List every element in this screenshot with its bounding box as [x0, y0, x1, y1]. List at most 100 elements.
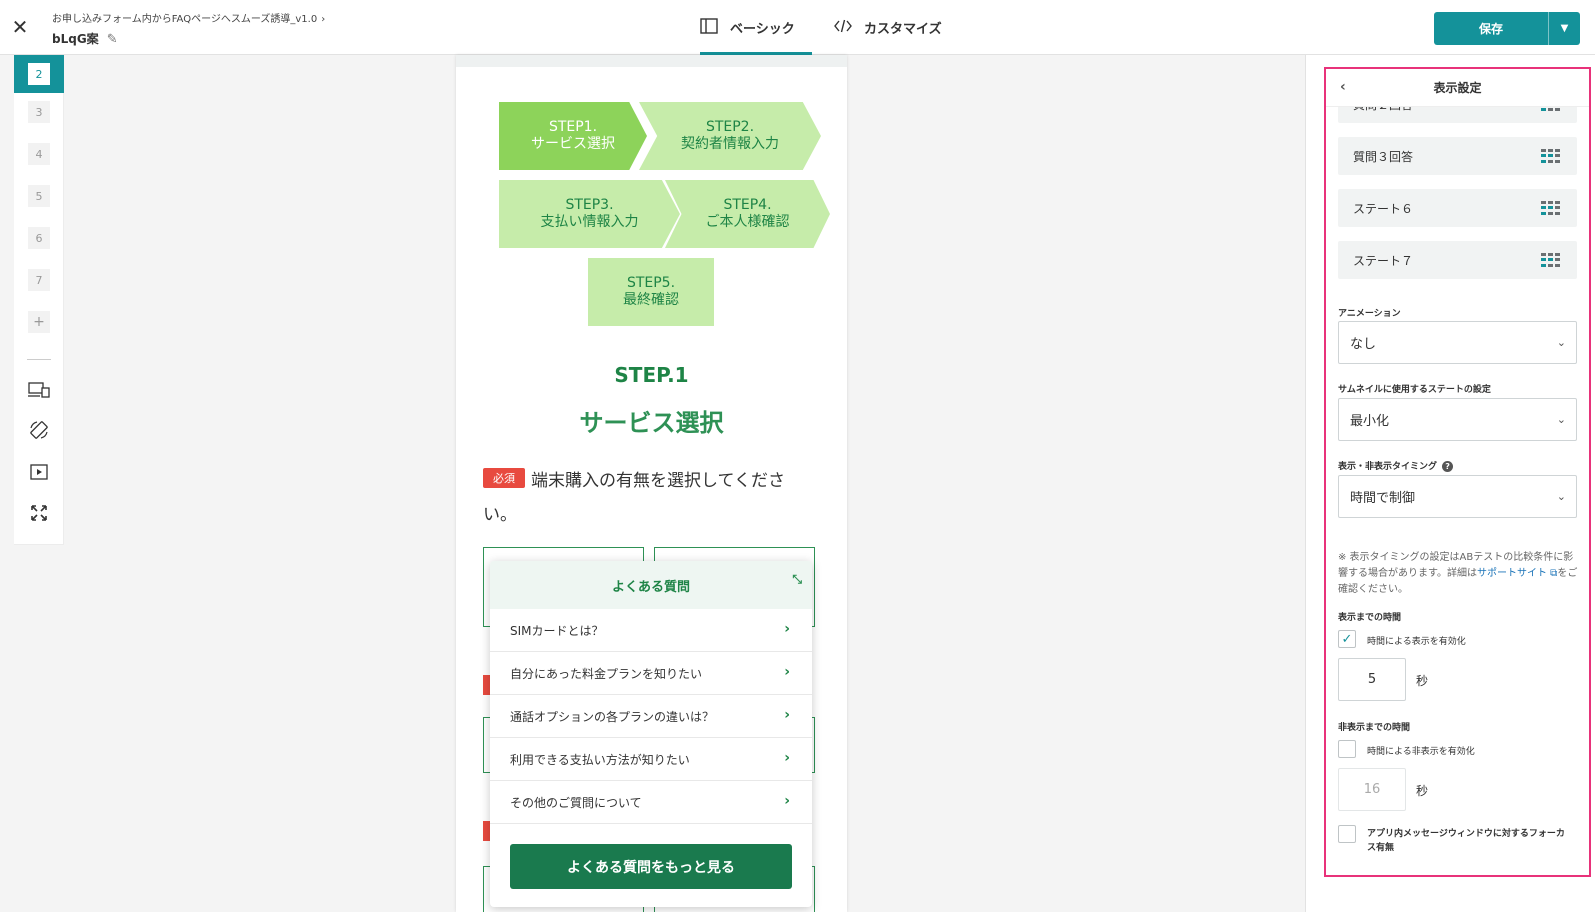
back-chevron-icon[interactable]: ‹: [1340, 79, 1346, 95]
timing-note: ※ 表示タイミングの設定はABテストの比較条件に影響する場合があります。詳細はサ…: [1338, 550, 1578, 598]
settings-panel: ‹ 表示設定 質問２回答 質問３回答 ステート６ ステート７ アニメーション な…: [1305, 55, 1595, 912]
drag-handle-icon[interactable]: [1541, 201, 1561, 215]
minimize-icon[interactable]: ⤡: [792, 572, 802, 587]
step-subheading: サービス選択: [579, 409, 724, 437]
focus-checkbox[interactable]: [1338, 825, 1356, 843]
step-heading: STEP.1: [614, 363, 689, 387]
hide-time-checkbox-label: 時間による非表示を有効化: [1367, 747, 1475, 757]
state-item[interactable]: 3: [28, 101, 50, 123]
faq-item[interactable]: 通話オプションの各プランの違いは？ ›: [490, 695, 812, 738]
preview-canvas: STEP1. サービス選択 STEP2. 契約者情報入力 STEP3. 支払い情報入力…: [456, 55, 847, 912]
faq-item[interactable]: SIMカードとは？ ›: [490, 609, 812, 652]
hide-time-input[interactable]: 16: [1338, 768, 1406, 811]
display-settings-section: ‹ 表示設定 質問２回答 質問３回答 ステート６ ステート７ アニメーション な…: [1324, 67, 1591, 877]
hide-time-checkbox[interactable]: [1338, 740, 1356, 758]
save-button[interactable]: 保存: [1434, 12, 1548, 45]
step-number: STEP4.: [723, 197, 772, 213]
tab-customize[interactable]: カスタマイズ: [834, 0, 942, 55]
state-list-item[interactable]: ステート６: [1338, 189, 1577, 227]
faq-item[interactable]: その他のご質問について ›: [490, 781, 812, 824]
step-name: ご本人様確認: [705, 214, 790, 230]
state-list-label: ステート７: [1353, 253, 1414, 268]
thumbnail-state-label: サムネイルに使用するステートの設定: [1338, 385, 1491, 395]
tab-customize-label: カスタマイズ: [864, 22, 942, 37]
state-list-label: 質問３回答: [1353, 149, 1414, 164]
breadcrumb[interactable]: お申し込みフォーム内からFAQページへスムーズ誘導_v1.0 ›: [52, 10, 325, 25]
state-list-label: ステート６: [1353, 201, 1414, 216]
code-icon: [834, 19, 852, 37]
state-sidebar: 2 3 4 5 6 7 +: [14, 55, 64, 545]
state-item[interactable]: 4: [28, 143, 50, 165]
state-item[interactable]: 7: [28, 269, 50, 291]
drag-handle-icon[interactable]: [1541, 149, 1561, 163]
show-time-checkbox-row[interactable]: ✓ 時間による表示を有効化: [1338, 630, 1466, 648]
close-icon[interactable]: ✕: [10, 17, 30, 37]
hide-time-label: 非表示までの時間: [1338, 723, 1411, 733]
step-indicator-3: STEP3. 支払い情報入力: [499, 180, 680, 248]
thumbnail-state-value: 最小化: [1350, 414, 1390, 429]
state-list-item[interactable]: 質問３回答: [1338, 137, 1577, 175]
project-name-label: bLqG案: [52, 32, 99, 46]
tab-basic[interactable]: ベーシック: [700, 0, 812, 55]
state-number: 2: [28, 63, 50, 85]
panel-title: 表示設定: [1433, 81, 1482, 95]
canvas-top-strip: [456, 55, 847, 67]
hide-time-unit: 秒: [1416, 784, 1429, 798]
show-time-unit: 秒: [1416, 674, 1429, 688]
faq-popup: よくある質問 ⤡ SIMカードとは？ › 自分にあった料金プランを知りたい › 通話…: [490, 561, 812, 907]
faq-item-label: SIMカードとは？: [510, 623, 604, 638]
breadcrumb-label: お申し込みフォーム内からFAQページへスムーズ誘導_v1.0: [52, 14, 318, 25]
chevron-down-icon: ⌄: [1556, 413, 1566, 426]
required-badge: 必須: [483, 468, 525, 488]
step-name: サービス選択: [531, 136, 615, 152]
faq-item[interactable]: 自分にあった料金プランを知りたい ›: [490, 652, 812, 695]
panel-header: ‹ 表示設定: [1326, 69, 1589, 107]
timing-select[interactable]: 時間で制御 ⌄: [1338, 475, 1577, 518]
state-item[interactable]: 5: [28, 185, 50, 207]
hide-time-checkbox-row[interactable]: 時間による非表示を有効化: [1338, 740, 1475, 758]
help-icon[interactable]: ?: [1442, 461, 1454, 472]
device-preview-icon[interactable]: [27, 378, 51, 402]
tab-basic-label: ベーシック: [730, 22, 795, 37]
faq-header: よくある質問 ⤡: [490, 561, 812, 609]
step-indicator-2: STEP2. 契約者情報入力: [639, 102, 821, 170]
state-item-active[interactable]: 2: [14, 55, 64, 93]
timing-label-text: 表示・非表示タイミング: [1338, 462, 1438, 472]
play-icon[interactable]: [27, 460, 51, 484]
project-name: bLqG案 ✎: [52, 30, 118, 47]
faq-item-label: 利用できる支払い方法が知りたい: [510, 752, 690, 767]
state-item[interactable]: 6: [28, 227, 50, 249]
step-number: STEP2.: [705, 119, 755, 135]
timing-label: 表示・非表示タイミング?: [1338, 459, 1454, 472]
chevron-right-icon: ›: [784, 664, 790, 680]
step-name: 契約者情報入力: [681, 136, 779, 152]
show-time-checkbox[interactable]: ✓: [1338, 630, 1356, 648]
chevron-right-icon: ›: [784, 793, 790, 809]
faq-item[interactable]: 利用できる支払い方法が知りたい ›: [490, 738, 812, 781]
rotate-icon[interactable]: [27, 418, 51, 442]
faq-more-button[interactable]: よくある質問をもっと見る: [510, 844, 792, 889]
add-state-button[interactable]: +: [28, 311, 50, 333]
support-site-link[interactable]: サポートサイト ⧉: [1477, 568, 1557, 579]
state-list-item[interactable]: ステート７: [1338, 241, 1577, 279]
save-button-group: 保存 ▼: [1434, 12, 1580, 45]
chevron-right-icon: ›: [784, 707, 790, 723]
focus-checkbox-row[interactable]: アプリ内メッセージウィンドウに対するフォーカス有無: [1338, 825, 1573, 855]
animation-select[interactable]: なし ⌄: [1338, 321, 1577, 364]
faq-item-label: その他のご質問について: [510, 795, 642, 810]
chevron-right-icon: ›: [321, 14, 326, 25]
pencil-icon[interactable]: ✎: [107, 32, 118, 47]
step-number: STEP3.: [565, 197, 614, 213]
step-name: 支払い情報入力: [540, 214, 639, 230]
question-text: 端末購入の有無を選択してください。: [483, 471, 785, 525]
thumbnail-state-select[interactable]: 最小化 ⌄: [1338, 398, 1577, 441]
layout-icon: [700, 17, 718, 38]
show-time-input[interactable]: 5: [1338, 658, 1406, 701]
drag-handle-icon[interactable]: [1541, 253, 1561, 267]
show-time-label: 表示までの時間: [1338, 613, 1402, 623]
fullscreen-icon[interactable]: [27, 501, 51, 525]
focus-checkbox-label: アプリ内メッセージウィンドウに対するフォーカス有無: [1367, 829, 1565, 853]
chevron-down-icon[interactable]: ▼: [1549, 12, 1580, 45]
chevron-right-icon: ›: [784, 750, 790, 766]
support-site-link-label: サポートサイト: [1477, 568, 1547, 579]
